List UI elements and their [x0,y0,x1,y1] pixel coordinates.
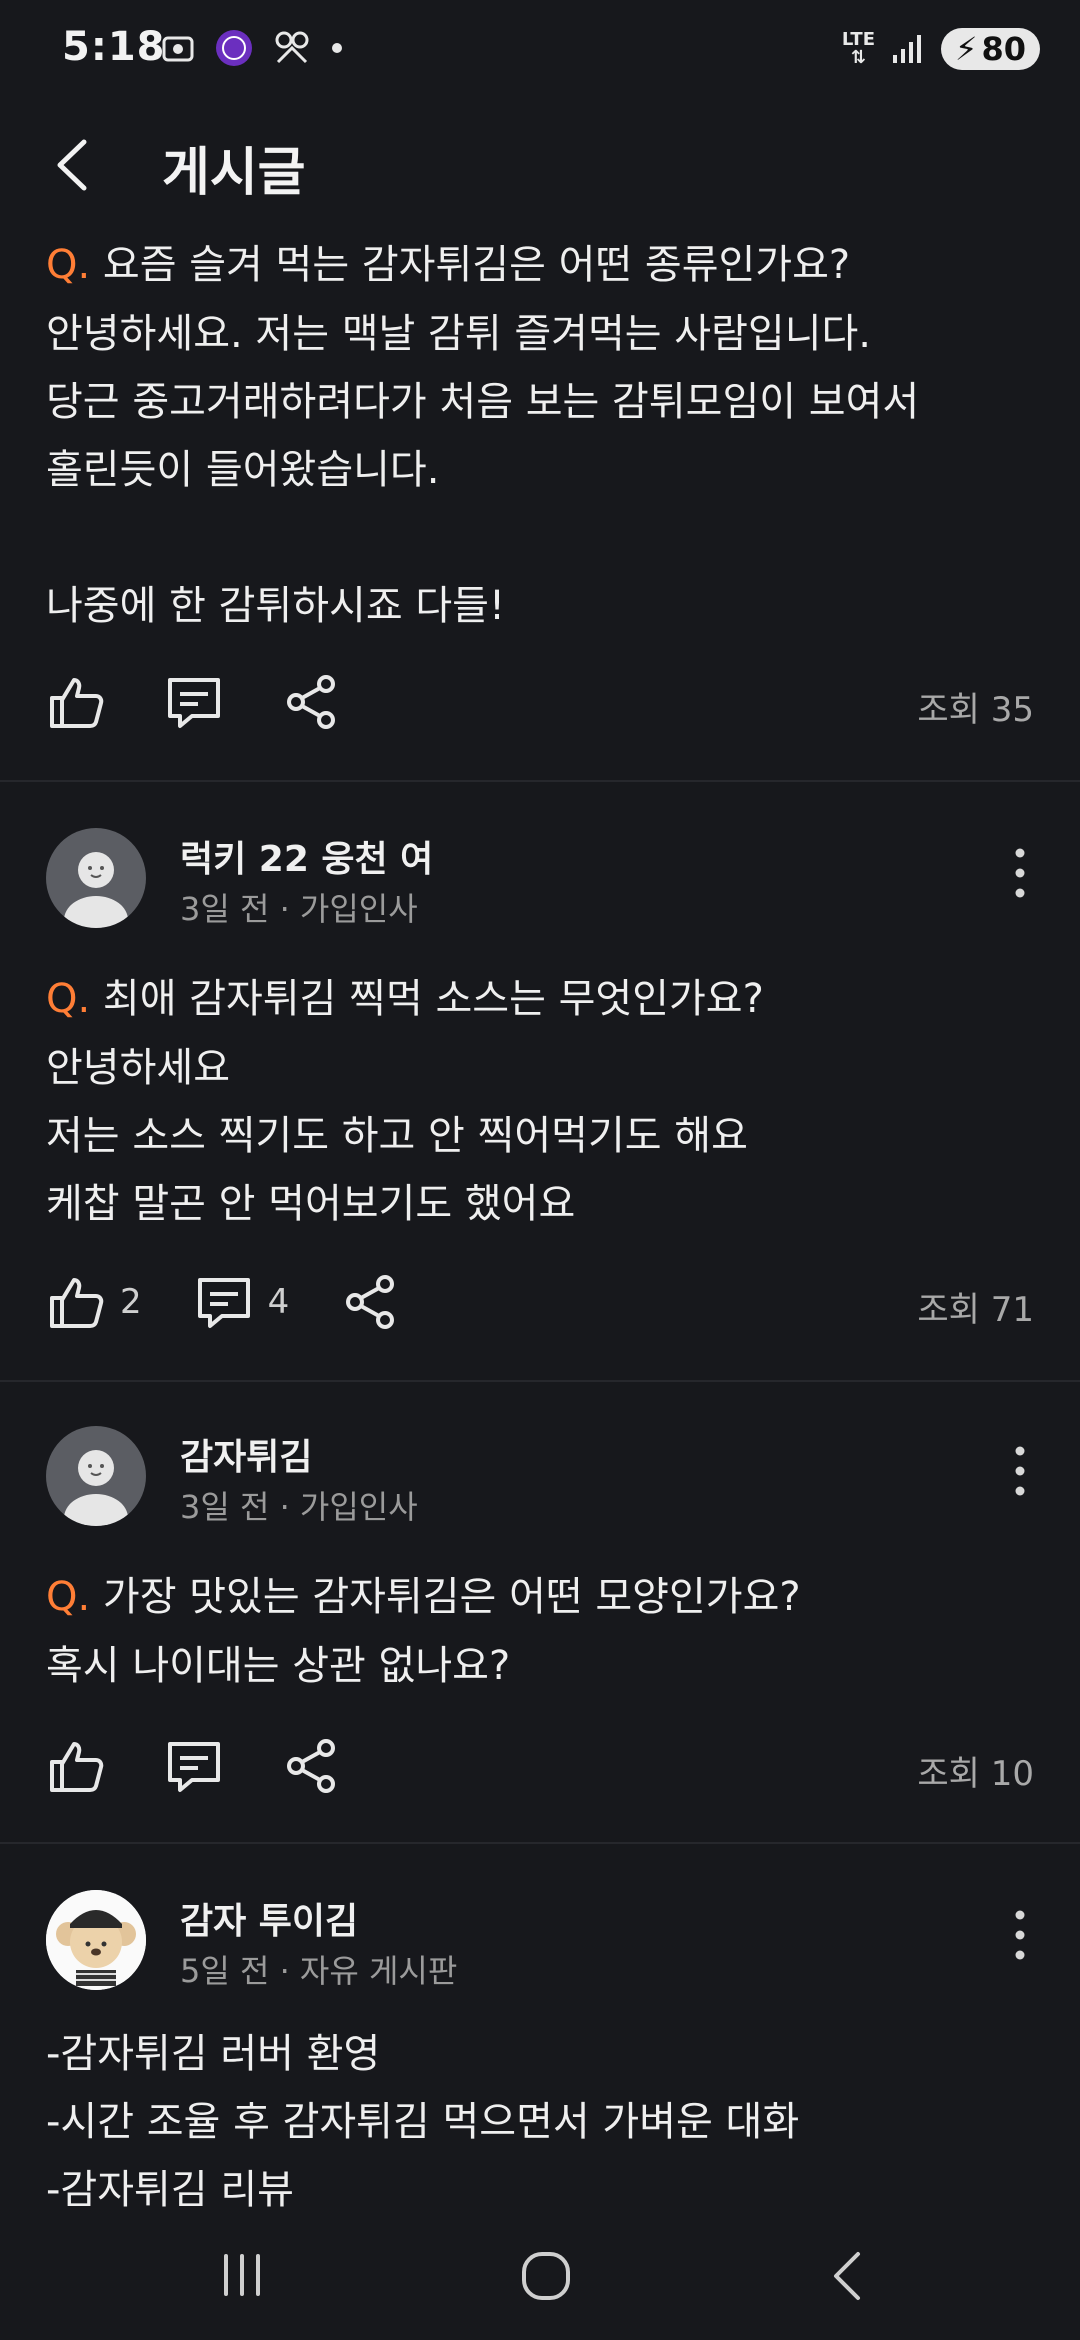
bear-avatar-icon [46,1890,146,1990]
post-body: 안녕하세요. 저는 맥날 감튀 즐겨먹는 사람입니다. 당근 중고거래하려다가 … [46,311,920,629]
view-count: 조회 35 [917,690,1034,730]
nav-back-button[interactable] [818,2246,878,2306]
system-icons: LTE ⇅ ⚡ 80 [842,28,1040,70]
comment-icon [197,1278,250,1328]
default-avatar-icon [64,1450,128,1526]
post-meta: 3일 전 · 가입인사 [180,1488,418,1526]
recent-apps-button[interactable] [212,2250,272,2300]
divider [0,1380,1080,1382]
view-count: 조회 71 [917,1290,1034,1330]
post-meta: 5일 전 · 자유 게시판 [180,1952,458,1990]
thumbs-up-icon [50,1278,104,1328]
kurly-app-icon [216,30,252,66]
question-mark: Q. [46,976,91,1022]
comment-button[interactable] [164,1736,224,1796]
share-icon [346,1275,395,1329]
avatar[interactable] [46,1890,146,1990]
question-mark: Q. [46,1574,91,1620]
signal-icon [893,35,921,63]
share-button[interactable] [282,1736,342,1796]
author-name[interactable]: 감자 투이김 [180,1892,358,1944]
network-indicator: LTE ⇅ [841,29,875,68]
post-question: Q. 최애 감자튀김 찍먹 소스는 무엇인가요? [46,976,764,1022]
post-actions [46,1736,342,1796]
divider [0,1842,1080,1844]
post-actions [46,672,342,732]
like-button[interactable]: 2 [46,1272,142,1332]
like-count: 2 [120,1282,142,1322]
like-button[interactable] [46,672,106,732]
comment-button[interactable]: 4 [194,1272,290,1332]
dot-icon [332,43,342,53]
comment-icon [168,678,220,728]
post-body: 혹시 나이대는 상관 없나요? [46,1643,511,1689]
avatar[interactable] [46,1426,146,1526]
back-button[interactable] [40,130,110,200]
question-mark: Q. [46,242,91,288]
view-count: 조회 10 [917,1754,1034,1794]
divider [0,780,1080,782]
more-options-icon[interactable] [1010,1441,1030,1501]
page-title: 게시글 [162,143,306,203]
screenshot-icon [162,36,194,62]
comment-icon [168,1742,220,1792]
notification-icons [160,28,344,68]
thumbs-up-icon [50,678,104,728]
like-button[interactable] [46,1736,106,1796]
comment-button[interactable] [164,672,224,732]
post-body: 안녕하세요 저는 소스 찍기도 하고 안 찍어먹기도 해요 케찹 말곤 안 먹어… [46,1045,748,1227]
post-meta: 3일 전 · 가입인사 [180,890,418,928]
post-question: Q. 가장 맛있는 감자튀김은 어떤 모양인가요? [46,1574,801,1620]
charging-icon: ⚡ [955,30,978,68]
more-options-icon[interactable] [1010,1905,1030,1965]
thumbs-up-icon [50,1742,104,1792]
status-bar: 5:18 LTE ⇅ ⚡ 80 [0,0,1080,100]
post-body: -감자튀김 러버 환영 -시간 조율 후 감자튀김 먹으면서 가벼운 대화 -감… [46,2031,800,2213]
avatar[interactable] [46,828,146,928]
app-header: 게시글 [0,110,1080,220]
share-button[interactable] [282,672,342,732]
status-time: 5:18 [62,24,166,70]
battery-indicator: ⚡ 80 [941,28,1040,70]
share-icon [287,1739,335,1793]
app-notification-icon [275,31,309,64]
share-button[interactable] [341,1272,401,1332]
post-question: Q. 요즘 슬겨 먹는 감자튀김은 어떤 종류인가요? [46,242,851,288]
post-actions: 2 4 [46,1272,401,1332]
home-button[interactable] [516,2246,576,2306]
share-icon [287,675,335,729]
system-nav-bar [0,2210,1080,2340]
author-name[interactable]: 감자튀김 [180,1428,312,1480]
more-options-icon[interactable] [1010,843,1030,903]
comment-count: 4 [267,1282,290,1322]
author-name[interactable]: 럭키 22 웅천 여 [180,830,433,882]
default-avatar-icon [64,852,128,928]
